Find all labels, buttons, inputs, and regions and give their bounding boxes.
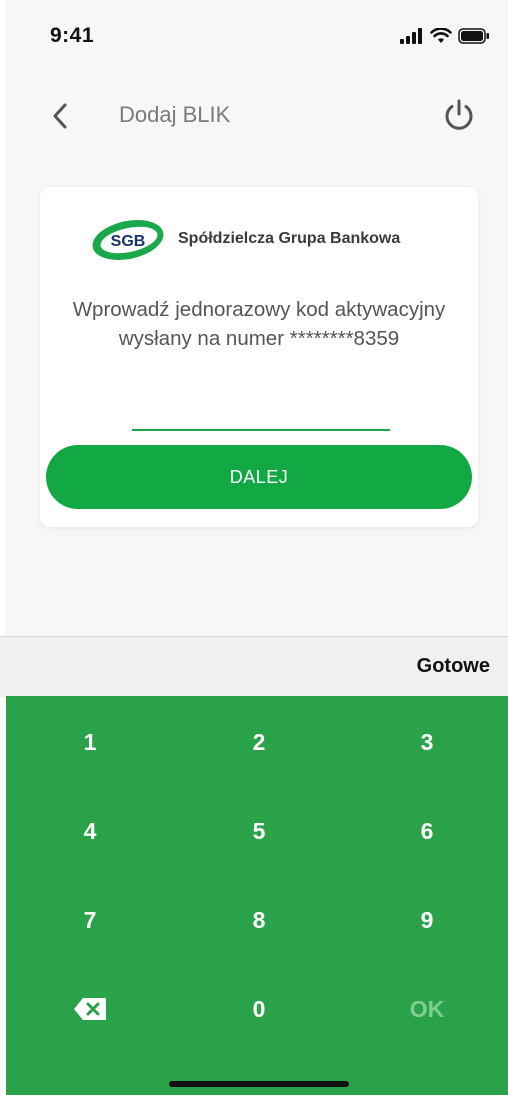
sgb-logo-letters: SGB [111,233,146,250]
next-button[interactable]: DALEJ [46,445,472,509]
cellular-signal-icon [400,28,422,44]
key-3[interactable]: 3 [367,712,487,772]
chevron-left-icon [53,103,67,129]
key-8[interactable]: 8 [199,890,319,950]
instruction-text: Wprowadź jednorazowy kod aktywacyjny wys… [40,295,478,353]
activation-code-input[interactable] [132,387,390,431]
back-button[interactable] [40,96,80,136]
backspace-icon [74,998,106,1020]
status-bar: 9:41 [0,0,508,70]
header: Dodaj BLIK [0,80,508,150]
key-4[interactable]: 4 [30,801,150,861]
instruction-line-2: wysłany na numer ********8359 [118,327,400,350]
bank-name: Spółdzielcza Grupa Bankowa [178,230,401,247]
key-0[interactable]: 0 [199,979,319,1039]
bank-logo: SGB Spółdzielcza Grupa Bankowa [88,215,400,263]
keyboard-accessory-bar: Gotowe [0,636,508,697]
key-9[interactable]: 9 [367,890,487,950]
sgb-logo-mark: SGB [88,215,168,263]
page-title: Dodaj BLIK [119,102,231,127]
numeric-keypad: 1 2 3 4 5 6 7 8 9 0 OK [6,696,508,1095]
status-icons [400,26,490,46]
instruction-line-1: Wprowadź jednorazowy kod aktywacyjny [72,298,446,321]
power-icon [445,99,473,130]
status-time: 9:41 [50,24,95,47]
logout-button[interactable] [438,94,480,136]
key-1[interactable]: 1 [30,712,150,772]
key-7[interactable]: 7 [30,890,150,950]
ok-key[interactable]: OK [367,979,487,1039]
wifi-icon [430,28,452,43]
key-6[interactable]: 6 [367,801,487,861]
home-indicator[interactable] [169,1081,349,1087]
backspace-key[interactable] [30,979,150,1039]
activation-card: SGB Spółdzielcza Grupa Bankowa Wprowadź … [40,187,478,527]
app-screen: 9:41 Dodaj BLIK SGB Spółdzielcza Grupa B… [0,0,508,1095]
battery-icon [458,28,489,44]
key-5[interactable]: 5 [199,801,319,861]
done-button[interactable]: Gotowe [417,655,490,678]
key-2[interactable]: 2 [199,712,319,772]
